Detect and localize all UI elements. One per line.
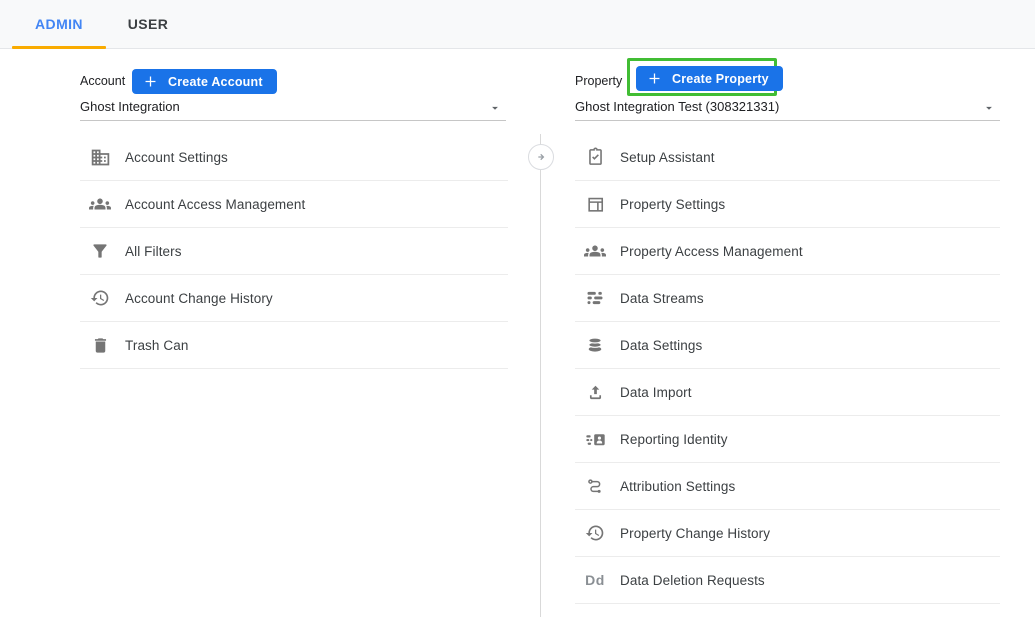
- account-selector-value: Ghost Integration: [80, 99, 180, 114]
- people-icon: [89, 193, 111, 215]
- menu-item-label: Account Change History: [125, 291, 273, 306]
- menu-item-reporting-identity[interactable]: Reporting Identity: [575, 416, 1000, 463]
- menu-item-label: Trash Can: [125, 338, 188, 353]
- trash-icon: [89, 334, 111, 356]
- menu-item-label: All Filters: [125, 244, 182, 259]
- filter-icon: [89, 240, 111, 262]
- menu-item-data-deletion-requests[interactable]: Dd Data Deletion Requests: [575, 557, 1000, 604]
- menu-item-setup-assistant[interactable]: Setup Assistant: [575, 134, 1000, 181]
- menu-item-data-streams[interactable]: Data Streams: [575, 275, 1000, 322]
- dd-letters-icon: Dd: [584, 569, 606, 591]
- menu-item-label: Data Settings: [620, 338, 702, 353]
- chevron-down-icon: [488, 101, 502, 115]
- property-menu: Setup Assistant Property Settings Proper…: [575, 134, 1000, 604]
- menu-item-account-settings[interactable]: Account Settings: [80, 134, 508, 181]
- move-to-property-button[interactable]: [528, 144, 554, 170]
- account-column-label: Account: [80, 74, 125, 88]
- window-layout-icon: [584, 193, 606, 215]
- history-icon: [89, 287, 111, 309]
- plus-icon: [646, 70, 663, 87]
- menu-item-account-change-history[interactable]: Account Change History: [80, 275, 508, 322]
- menu-item-label: Attribution Settings: [620, 479, 735, 494]
- clipboard-check-icon: [584, 146, 606, 168]
- property-column-label: Property: [575, 74, 622, 88]
- streams-icon: [584, 287, 606, 309]
- attribution-path-icon: [584, 475, 606, 497]
- menu-item-all-filters[interactable]: All Filters: [80, 228, 508, 275]
- menu-item-label: Account Settings: [125, 150, 228, 165]
- menu-item-label: Setup Assistant: [620, 150, 715, 165]
- tab-admin[interactable]: ADMIN: [12, 0, 106, 48]
- upload-icon: [584, 381, 606, 403]
- property-selector-value: Ghost Integration Test (308321331): [575, 99, 779, 114]
- tab-user[interactable]: USER: [106, 0, 190, 48]
- history-icon: [584, 522, 606, 544]
- menu-item-label: Property Change History: [620, 526, 770, 541]
- menu-item-data-import[interactable]: Data Import: [575, 369, 1000, 416]
- database-icon: [584, 334, 606, 356]
- create-property-label: Create Property: [672, 72, 769, 86]
- create-account-label: Create Account: [168, 75, 263, 89]
- account-menu: Account Settings Account Access Manageme…: [80, 134, 508, 369]
- identity-card-icon: [584, 428, 606, 450]
- menu-item-label: Account Access Management: [125, 197, 305, 212]
- chevron-down-icon: [982, 101, 996, 115]
- create-property-button[interactable]: Create Property: [636, 66, 783, 91]
- create-account-button[interactable]: Create Account: [132, 69, 277, 94]
- menu-item-trash-can[interactable]: Trash Can: [80, 322, 508, 369]
- menu-item-label: Data Streams: [620, 291, 704, 306]
- menu-item-property-access-management[interactable]: Property Access Management: [575, 228, 1000, 275]
- menu-item-label: Data Deletion Requests: [620, 573, 765, 588]
- arrow-right-icon: [533, 149, 549, 165]
- menu-item-attribution-settings[interactable]: Attribution Settings: [575, 463, 1000, 510]
- account-selector[interactable]: Ghost Integration: [80, 96, 506, 121]
- column-divider: [540, 134, 541, 617]
- menu-item-label: Property Settings: [620, 197, 725, 212]
- menu-item-label: Property Access Management: [620, 244, 803, 259]
- tab-bar: ADMIN USER: [0, 0, 1035, 49]
- menu-item-label: Reporting Identity: [620, 432, 728, 447]
- menu-item-property-change-history[interactable]: Property Change History: [575, 510, 1000, 557]
- plus-icon: [142, 73, 159, 90]
- menu-item-property-settings[interactable]: Property Settings: [575, 181, 1000, 228]
- menu-item-account-access-management[interactable]: Account Access Management: [80, 181, 508, 228]
- menu-item-data-settings[interactable]: Data Settings: [575, 322, 1000, 369]
- menu-item-label: Data Import: [620, 385, 692, 400]
- building-icon: [89, 146, 111, 168]
- property-selector[interactable]: Ghost Integration Test (308321331): [575, 96, 1000, 121]
- active-tab-underline: [12, 46, 106, 49]
- people-icon: [584, 240, 606, 262]
